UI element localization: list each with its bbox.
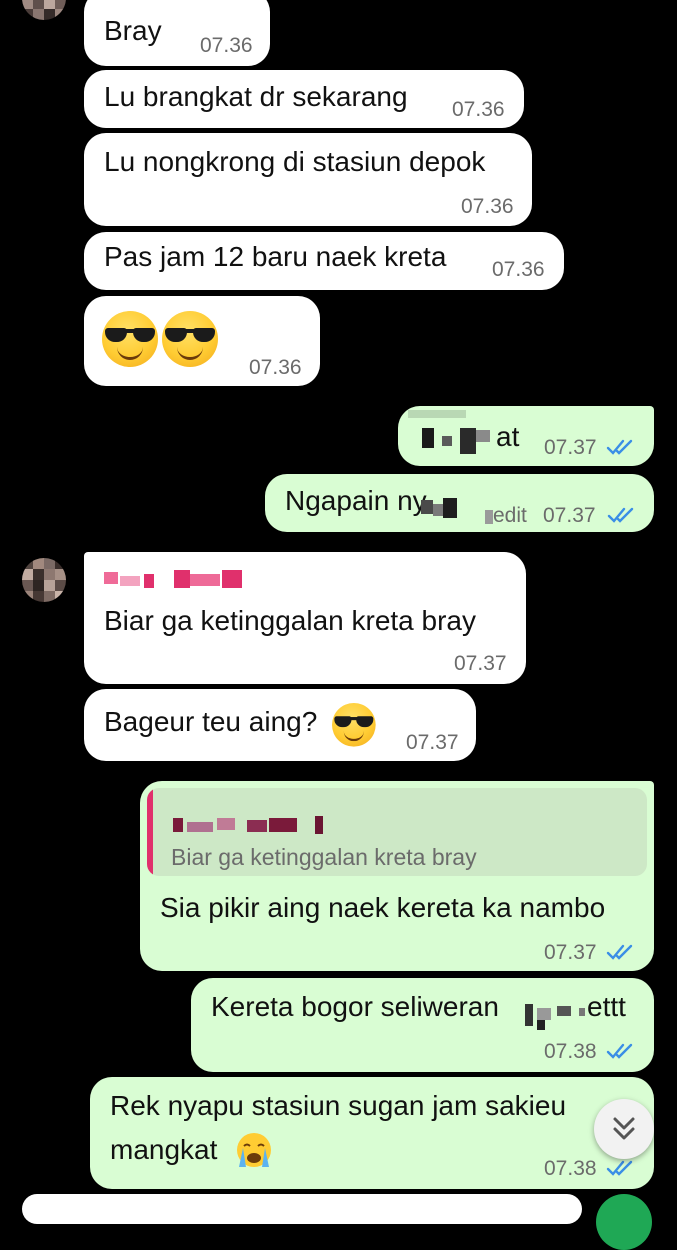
message-time: 07.37 xyxy=(454,652,507,675)
outgoing-message[interactable]: Kereta bogor seliweran ettt 07.38 xyxy=(191,978,654,1072)
outgoing-reply-message[interactable]: Biar ga ketinggalan kreta bray Sia pikir… xyxy=(140,781,654,971)
incoming-message[interactable]: Bray 07.36 xyxy=(84,0,270,66)
sunglasses-emoji xyxy=(102,311,158,367)
message-time: 07.37 xyxy=(544,941,597,964)
message-text: at xyxy=(496,421,520,452)
message-time: 07.36 xyxy=(492,258,545,281)
message-time: 07.37 xyxy=(544,436,597,459)
incoming-message[interactable]: Lu nongkrong di stasiun depok 07.36 xyxy=(84,133,532,226)
outgoing-message[interactable]: Ngapain ny edit 07.37 xyxy=(265,474,654,532)
outgoing-message[interactable]: Rek nyapu stasiun sugan jam sakieu mangk… xyxy=(90,1077,654,1189)
message-time: 07.37 xyxy=(406,731,459,754)
message-time: 07.36 xyxy=(249,356,302,379)
contact-avatar[interactable] xyxy=(22,0,66,20)
chevron-double-down-icon xyxy=(613,1117,635,1140)
quoted-message[interactable]: Biar ga ketinggalan kreta bray xyxy=(147,788,647,876)
incoming-message[interactable]: Lu brangkat dr sekarang 07.36 xyxy=(84,70,524,128)
message-text: Ngapain ny xyxy=(285,485,427,516)
message-text: Biar ga ketinggalan kreta bray xyxy=(104,605,476,636)
sender-name xyxy=(104,572,118,584)
scroll-to-bottom-button[interactable] xyxy=(594,1099,654,1159)
message-time: 07.38 xyxy=(544,1040,597,1063)
message-text: Sia pikir aing naek kereta ka nambo xyxy=(160,892,606,923)
contact-avatar[interactable] xyxy=(22,558,66,602)
outgoing-message[interactable]: at 07.37 xyxy=(398,406,654,466)
read-ticks-icon xyxy=(606,1043,633,1059)
redacted-text xyxy=(422,428,434,448)
crying-emoji xyxy=(237,1133,271,1167)
sunglasses-emoji xyxy=(162,311,218,367)
incoming-message[interactable]: Pas jam 12 baru naek kreta 07.36 xyxy=(84,232,564,290)
read-ticks-icon xyxy=(607,507,634,523)
message-text: Pas jam 12 baru naek kreta xyxy=(104,241,447,272)
redacted-text xyxy=(421,500,433,514)
read-ticks-icon xyxy=(606,944,633,960)
send-button[interactable] xyxy=(596,1194,652,1250)
message-text: Kereta bogor seliweran xyxy=(211,991,499,1022)
incoming-message[interactable]: Biar ga ketinggalan kreta bray 07.37 xyxy=(84,552,526,684)
message-time: 07.37 xyxy=(543,504,596,527)
message-edit-label: edit xyxy=(493,504,527,527)
redacted-text xyxy=(525,1004,533,1026)
message-text: Bray xyxy=(104,15,162,46)
message-input-bar[interactable] xyxy=(22,1194,582,1224)
incoming-emoji-message[interactable]: 07.36 xyxy=(84,296,320,386)
message-text-line2: mangkat xyxy=(110,1134,218,1165)
quoted-sender-name xyxy=(173,818,183,832)
message-time: 07.38 xyxy=(544,1157,597,1180)
message-time: 07.36 xyxy=(200,34,253,57)
sunglasses-emoji xyxy=(332,703,376,747)
message-text: Lu brangkat dr sekarang xyxy=(104,81,408,112)
message-time: 07.36 xyxy=(461,195,514,218)
read-ticks-icon xyxy=(606,1160,633,1176)
message-text-line1: Rek nyapu stasiun sugan jam sakieu xyxy=(110,1090,567,1121)
quoted-text: Biar ga ketinggalan kreta bray xyxy=(171,844,477,870)
message-text-end: ettt xyxy=(587,991,626,1022)
message-text: Bageur teu aing? xyxy=(104,706,318,737)
read-ticks-icon xyxy=(606,439,633,455)
message-time: 07.36 xyxy=(452,98,505,121)
message-text: Lu nongkrong di stasiun depok xyxy=(104,146,486,177)
incoming-message[interactable]: Bageur teu aing? 07.37 xyxy=(84,689,476,761)
